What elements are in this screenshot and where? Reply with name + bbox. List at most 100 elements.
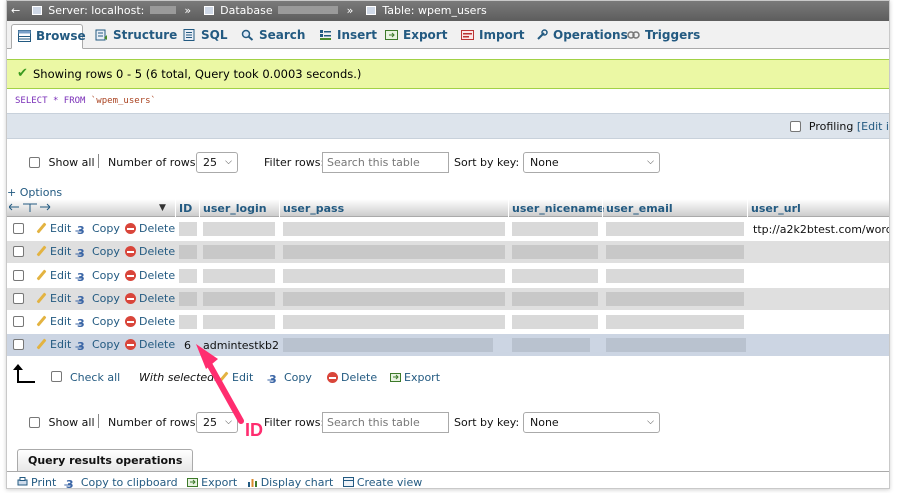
delete-link[interactable]: Delete <box>125 222 175 235</box>
print-link[interactable]: Print <box>17 476 56 488</box>
back-arrow-icon[interactable]: ← <box>11 1 20 21</box>
row-checkbox[interactable] <box>13 339 24 350</box>
edit-link[interactable]: Edit <box>35 269 71 282</box>
show-all-checkbox[interactable] <box>29 417 40 428</box>
filter-rows-input[interactable]: Search this table <box>322 412 449 433</box>
column-header-user-pass[interactable]: user_pass <box>283 202 344 215</box>
tab-triggers[interactable]: Triggers <box>621 24 700 49</box>
chevron-down-icon: ⌵ <box>647 417 654 427</box>
copy-link[interactable]: 3̶ Copy <box>77 292 120 307</box>
pencil-icon <box>35 292 47 304</box>
tab-insert[interactable]: Insert <box>313 24 377 49</box>
show-all-top[interactable]: Show all <box>29 156 95 169</box>
copy-link[interactable]: 3̶ Copy <box>77 315 120 330</box>
tab-operations[interactable]: Operations <box>529 24 628 49</box>
row-checkbox[interactable] <box>13 316 24 327</box>
redacted-cell <box>606 269 744 283</box>
copy-to-clipboard-link[interactable]: 3̶ Copy to clipboard <box>66 476 178 488</box>
breadcrumb-database[interactable]: Database <box>220 1 273 21</box>
check-all-link[interactable]: Check all <box>70 371 120 384</box>
cell-user-login[interactable]: admintestkb2 <box>203 339 279 352</box>
copy-icon: 3̶ <box>77 247 85 260</box>
redacted-cell <box>283 338 493 352</box>
tab-browse[interactable]: Browse <box>11 24 86 49</box>
redacted-cell <box>512 292 598 306</box>
number-of-rows-label: Number of rows: <box>108 156 200 169</box>
operations-icon <box>537 29 548 40</box>
edit-inline-link[interactable]: [Edit i <box>857 120 889 133</box>
insert-icon <box>320 30 331 40</box>
bulk-edit-link[interactable]: Edit <box>217 371 253 384</box>
delete-icon <box>125 293 136 304</box>
breadcrumb-server[interactable]: Server: localhost: <box>48 1 144 21</box>
check-icon: ✔ <box>17 66 28 81</box>
copy-link[interactable]: 3̶ Copy <box>77 338 120 353</box>
with-selected-label: With selected: <box>139 371 218 384</box>
delete-link[interactable]: Delete <box>125 269 175 282</box>
divider <box>7 471 889 472</box>
phpmyadmin-window: ← Server: localhost: » Database » Table:… <box>6 0 890 489</box>
redacted-cell <box>283 222 505 236</box>
triggers-icon <box>627 31 640 39</box>
tab-sql[interactable]: SQL <box>177 24 228 49</box>
export-icon <box>390 373 401 382</box>
copy-link[interactable]: 3̶ Copy <box>77 245 120 260</box>
export-link[interactable]: Export <box>187 476 237 488</box>
column-arrows-icon[interactable] <box>9 203 51 213</box>
number-of-rows-label: Number of rows: <box>108 416 200 429</box>
bulk-export-link[interactable]: Export <box>390 371 440 384</box>
cell-id[interactable]: 6 <box>184 339 191 352</box>
chevron-down-icon: ⌵ <box>225 417 232 427</box>
breadcrumb-table[interactable]: Table: wpem_users <box>382 1 486 21</box>
print-icon <box>17 477 28 486</box>
bulk-delete-link[interactable]: Delete <box>327 371 377 384</box>
row-checkbox[interactable] <box>13 223 24 234</box>
column-header-user-email[interactable]: user_email <box>606 202 673 215</box>
column-header-user-login[interactable]: user_login <box>203 202 267 215</box>
copy-link[interactable]: 3̶ Copy <box>77 269 120 284</box>
copy-link[interactable]: 3̶ Copy <box>77 222 120 237</box>
column-header-user-nicename[interactable]: user_nicename <box>512 202 605 215</box>
breadcrumb-separator: » <box>346 4 354 17</box>
divider <box>98 154 99 168</box>
redacted-cell <box>606 338 746 352</box>
delete-link[interactable]: Delete <box>125 338 175 351</box>
tab-import[interactable]: Import <box>455 24 524 49</box>
check-all-checkbox[interactable] <box>51 371 62 382</box>
delete-link[interactable]: Delete <box>125 315 175 328</box>
row-checkbox[interactable] <box>13 270 24 281</box>
column-header-user-url[interactable]: user_url <box>751 202 801 215</box>
sort-by-key-select[interactable]: None ⌵ <box>523 412 660 433</box>
show-all-checkbox[interactable] <box>29 157 40 168</box>
sort-dropdown-icon[interactable]: ▼ <box>159 203 166 213</box>
edit-link[interactable]: Edit <box>35 245 71 258</box>
sql-query: SELECT * FROM `wpem_users` <box>15 96 156 106</box>
row-checkbox[interactable] <box>13 293 24 304</box>
bulk-copy-link[interactable]: 3̶ Copy <box>269 371 312 386</box>
edit-link[interactable]: Edit <box>35 338 71 351</box>
delete-icon <box>327 372 338 383</box>
tab-export[interactable]: Export <box>379 24 447 49</box>
show-all-bottom[interactable]: Show all <box>29 416 95 429</box>
delete-icon <box>125 223 136 234</box>
profiling-option[interactable]: Profiling [Edit i <box>790 120 889 133</box>
delete-link[interactable]: Delete <box>125 245 175 258</box>
sort-by-key-select[interactable]: None ⌵ <box>523 152 660 173</box>
tab-structure[interactable]: Structure <box>89 24 177 49</box>
row-checkbox[interactable] <box>13 246 24 257</box>
tab-search[interactable]: Search <box>235 24 305 49</box>
column-header-id[interactable]: ID <box>179 202 192 215</box>
edit-link[interactable]: Edit <box>35 292 71 305</box>
delete-link[interactable]: Delete <box>125 292 175 305</box>
display-chart-link[interactable]: Display chart <box>247 476 333 488</box>
options-link[interactable]: + Options <box>7 186 62 199</box>
edit-link[interactable]: Edit <box>35 222 71 235</box>
profiling-checkbox[interactable] <box>790 121 802 132</box>
edit-link[interactable]: Edit <box>35 315 71 328</box>
export-icon <box>385 30 398 40</box>
filter-rows-input[interactable]: Search this table <box>322 152 449 173</box>
number-of-rows-select[interactable]: 25 ⌵ <box>196 152 238 173</box>
copy-icon: 3̶ <box>77 340 85 353</box>
create-view-link[interactable]: Create view <box>342 476 422 488</box>
number-of-rows-select[interactable]: 25 ⌵ <box>196 412 238 433</box>
